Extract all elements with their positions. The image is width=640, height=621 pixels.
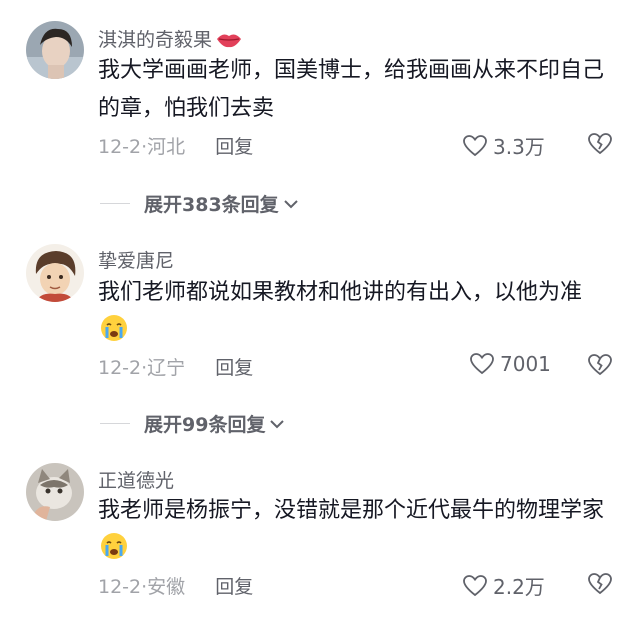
comment-date: 12-2: [98, 136, 142, 158]
expand-replies-button[interactable]: 展开383条回复: [100, 190, 299, 217]
lips-emoji-icon: [216, 31, 242, 54]
comment-text: 我们老师都说如果教材和他讲的有出入，以他为准: [98, 274, 608, 350]
comment-text-body: 我们老师都说如果教材和他讲的有出入，以他为准: [98, 280, 583, 305]
reply-button[interactable]: 回复: [215, 357, 253, 379]
like-button[interactable]: 2.2万: [463, 571, 545, 600]
avatar[interactable]: [26, 21, 84, 79]
comment-meta: 12-2·河北 回复: [98, 132, 253, 159]
like-button[interactable]: 3.3万: [463, 131, 545, 160]
reply-button[interactable]: 回复: [215, 136, 253, 158]
heart-outline-icon: [470, 353, 494, 375]
divider-line: [100, 203, 130, 204]
comment-text-body: 我老师是杨振宁，没错就是那个近代最牛的物理学家: [98, 498, 605, 523]
avatar[interactable]: [26, 463, 84, 521]
dislike-button[interactable]: [588, 573, 612, 599]
chevron-down-icon: [270, 419, 285, 428]
heart-outline-icon: [463, 134, 487, 156]
username[interactable]: 淇淇的奇毅果: [98, 25, 242, 54]
divider-line: [100, 423, 130, 424]
broken-heart-icon: [588, 133, 612, 155]
heart-outline-icon: [463, 574, 487, 596]
reply-button[interactable]: 回复: [215, 576, 253, 598]
broken-heart-icon: [588, 354, 612, 376]
comment-location: 辽宁: [147, 357, 186, 379]
expand-replies-label: 展开99条回复: [144, 414, 266, 436]
crying-face-emoji-icon: [100, 532, 128, 560]
avatar[interactable]: [26, 244, 84, 302]
username-text: 淇淇的奇毅果: [98, 29, 213, 51]
username[interactable]: 正道德光: [98, 466, 174, 493]
expand-replies-label: 展开383条回复: [144, 194, 279, 216]
dislike-button[interactable]: [588, 133, 612, 159]
like-count: 2.2万: [493, 575, 545, 599]
dislike-button[interactable]: [588, 354, 612, 380]
comment-date: 12-2: [98, 357, 142, 379]
crying-face-emoji-icon: [100, 314, 128, 342]
comment-meta: 12-2·安徽 回复: [98, 572, 253, 599]
username[interactable]: 挚爱唐尼: [98, 246, 174, 273]
comment-date: 12-2: [98, 576, 142, 598]
chevron-down-icon: [283, 199, 298, 208]
comment-meta: 12-2·辽宁 回复: [98, 353, 253, 380]
comment-text: 我老师是杨振宁，没错就是那个近代最牛的物理学家: [98, 492, 608, 568]
expand-replies-button[interactable]: 展开99条回复: [100, 410, 285, 437]
comment-location: 安徽: [147, 576, 186, 598]
like-button[interactable]: 7001: [470, 352, 551, 376]
like-count: 7001: [500, 352, 551, 376]
comment-location: 河北: [147, 136, 186, 158]
like-count: 3.3万: [493, 135, 545, 159]
broken-heart-icon: [588, 573, 612, 595]
comment-text: 我大学画画老师，国美博士，给我画画从来不印自己的章，怕我们去卖: [98, 58, 605, 121]
